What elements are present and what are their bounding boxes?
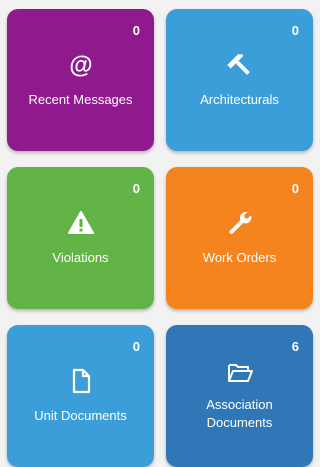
violations-count: 0 bbox=[132, 181, 140, 196]
unit-documents-tile[interactable]: 0 Unit Documents bbox=[7, 325, 154, 467]
warning-icon bbox=[67, 210, 94, 236]
association-documents-label-line2: Documents bbox=[206, 415, 273, 430]
association-documents-tile[interactable]: 6 Association Documents bbox=[166, 325, 313, 467]
work-orders-count: 0 bbox=[291, 181, 299, 196]
svg-text:@: @ bbox=[69, 52, 92, 78]
violations-label: Violations bbox=[52, 250, 109, 265]
association-documents-label: Association Documents bbox=[170, 396, 309, 432]
association-documents-count: 6 bbox=[291, 339, 299, 354]
unit-documents-label: Unit Documents bbox=[34, 408, 127, 423]
work-orders-tile[interactable]: 0 Work Orders bbox=[166, 167, 313, 309]
folder-open-icon bbox=[227, 360, 253, 386]
violations-tile[interactable]: 0 Violations bbox=[7, 167, 154, 309]
architecturals-label: Architecturals bbox=[200, 92, 279, 107]
recent-messages-count: 0 bbox=[132, 23, 140, 38]
recent-messages-label: Recent Messages bbox=[28, 92, 133, 107]
association-documents-label-line1: Association bbox=[206, 397, 273, 412]
architecturals-count: 0 bbox=[291, 23, 299, 38]
wrench-icon bbox=[227, 210, 253, 236]
document-icon bbox=[68, 368, 94, 394]
unit-documents-count: 0 bbox=[132, 339, 140, 354]
at-sign-icon: @ bbox=[68, 52, 94, 78]
architecturals-tile[interactable]: 0 Architecturals bbox=[166, 9, 313, 151]
hammer-icon bbox=[226, 52, 253, 78]
recent-messages-tile[interactable]: 0 @ Recent Messages bbox=[7, 9, 154, 151]
work-orders-label: Work Orders bbox=[202, 250, 277, 265]
